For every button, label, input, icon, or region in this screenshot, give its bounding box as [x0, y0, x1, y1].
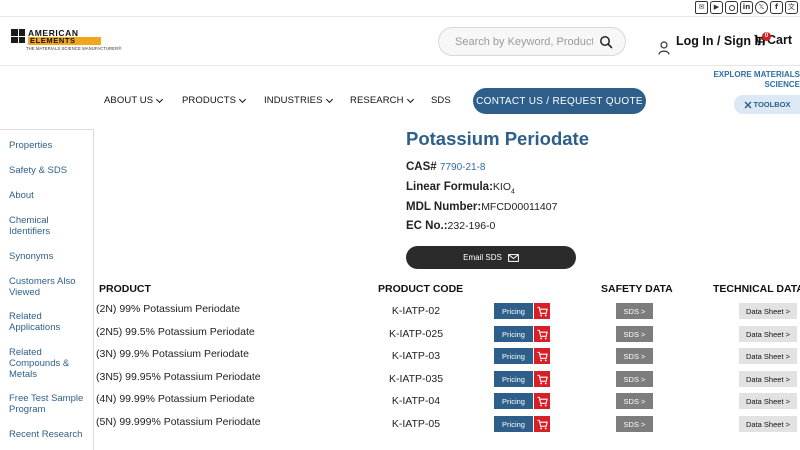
contact-request-quote-button[interactable]: CONTACT US / REQUEST QUOTE [473, 88, 646, 114]
sidebar-item-properties[interactable]: Properties [9, 140, 89, 151]
top-divider [0, 16, 800, 17]
product-name: (3N5) 99.95% Potassium Periodate [96, 371, 261, 383]
pricing-button[interactable]: Pricing [494, 326, 533, 342]
chevron-down-icon [239, 95, 247, 104]
cart-icon [536, 419, 548, 429]
tools-icon [744, 101, 752, 108]
data-sheet-button[interactable]: Data Sheet > [739, 416, 797, 432]
facebook-icon[interactable]: f [770, 1, 783, 14]
search-icon[interactable] [599, 35, 613, 49]
add-to-cart-button[interactable] [534, 416, 550, 432]
product-code: K-IATP-05 [391, 418, 441, 430]
data-sheet-button[interactable]: Data Sheet > [739, 326, 797, 342]
cart-count-badge: 0 [762, 32, 771, 41]
data-sheet-button[interactable]: Data Sheet > [739, 393, 797, 409]
mdl-number: MDL Number:MFCD00011407 [406, 201, 558, 213]
logo-word-bottom: ELEMENTS [28, 37, 101, 45]
sds-button[interactable]: SDS > [616, 303, 653, 319]
toolbox-button[interactable]: TOOLBOX [734, 95, 800, 114]
pricing-button[interactable]: Pricing [494, 371, 533, 387]
header-divider [0, 65, 800, 66]
add-to-cart-button[interactable] [534, 303, 550, 319]
sidebar-item-related-compounds[interactable]: Related Compounds & Metals [9, 347, 89, 380]
product-name: (5N) 99.999% Potassium Periodate [96, 416, 261, 428]
product-name: (2N5) 99.5% Potassium Periodate [96, 326, 255, 338]
x-twitter-icon[interactable]: 𝕏 [755, 1, 768, 14]
product-sidebar: Properties Safety & SDS About Chemical I… [0, 129, 94, 450]
pricing-button[interactable]: Pricing [494, 416, 533, 432]
translate-icon[interactable]: 文 [785, 1, 798, 14]
product-code: K-IATP-02 [391, 305, 441, 317]
search-box[interactable] [438, 27, 626, 56]
nav-research[interactable]: RESEARCH [350, 95, 414, 106]
column-header-safety-data: SAFETY DATA [601, 283, 673, 295]
email-icon[interactable]: ✉ [695, 1, 708, 14]
cart-icon [536, 329, 548, 339]
column-header-product-code: PRODUCT CODE [378, 283, 464, 295]
data-sheet-button[interactable]: Data Sheet > [739, 303, 797, 319]
add-to-cart-button[interactable] [534, 371, 550, 387]
data-sheet-button[interactable]: Data Sheet > [739, 371, 797, 387]
sidebar-item-related-applications[interactable]: Related Applications [9, 311, 89, 333]
chevron-down-icon [406, 95, 414, 104]
user-icon[interactable] [658, 41, 670, 55]
sidebar-item-chemical-identifiers[interactable]: Chemical Identifiers [9, 215, 89, 237]
search-input[interactable] [455, 35, 593, 48]
data-sheet-button[interactable]: Data Sheet > [739, 348, 797, 364]
sds-button[interactable]: SDS > [616, 371, 653, 387]
product-code: K-IATP-04 [391, 395, 441, 407]
nav-about-us[interactable]: ABOUT US [104, 95, 164, 106]
linkedin-icon[interactable]: in [740, 1, 753, 14]
login-link[interactable]: Log In / Sign In [676, 34, 766, 48]
sidebar-item-safety-sds[interactable]: Safety & SDS [9, 165, 89, 176]
logo-mark-icon [11, 29, 25, 43]
envelope-icon [507, 253, 519, 262]
column-header-technical-data: TECHNICAL DATA [713, 283, 800, 295]
cas-number: CAS# 7790-21-8 [406, 161, 486, 173]
sidebar-item-recent-research[interactable]: Recent Research [9, 429, 89, 440]
nav-industries[interactable]: INDUSTRIES [264, 95, 333, 106]
sds-button[interactable]: SDS > [616, 326, 653, 342]
product-name: (3N) 99.9% Potassium Periodate [96, 348, 249, 360]
nav-products[interactable]: PRODUCTS [182, 95, 247, 106]
cart-icon [536, 351, 548, 361]
cart-link[interactable]: Cart [754, 33, 792, 47]
sidebar-item-synonyms[interactable]: Synonyms [9, 251, 89, 262]
sidebar-item-free-test-sample[interactable]: Free Test Sample Program [9, 393, 89, 415]
sds-button[interactable]: SDS > [616, 348, 653, 364]
product-code: K-IATP-03 [391, 350, 441, 362]
linear-formula: Linear Formula:KIO4 [406, 181, 515, 196]
sidebar-item-customers-also-viewed[interactable]: Customers Also Viewed [9, 276, 89, 298]
social-bar: ✉ ▶ in 𝕏 f 文 [695, 1, 798, 14]
cart-icon [536, 306, 548, 316]
product-name: (4N) 99.99% Potassium Periodate [96, 393, 255, 405]
instagram-icon[interactable] [725, 1, 738, 14]
product-code: K-IATP-035 [388, 373, 444, 385]
product-code: K-IATP-025 [388, 328, 444, 340]
cart-icon [536, 374, 548, 384]
add-to-cart-button[interactable] [534, 326, 550, 342]
american-elements-logo[interactable]: AMERICAN ELEMENTS THE MATERIALS SCIENCE … [11, 29, 121, 53]
sds-button[interactable]: SDS > [616, 393, 653, 409]
ec-number: EC No.:232-196-0 [406, 220, 496, 232]
add-to-cart-button[interactable] [534, 348, 550, 364]
logo-tagline: THE MATERIALS SCIENCE MANUFACTURER® [26, 46, 122, 51]
product-title: Potassium Periodate [406, 128, 590, 149]
youtube-icon[interactable]: ▶ [710, 1, 723, 14]
sidebar-item-about[interactable]: About [9, 190, 89, 201]
sds-button[interactable]: SDS > [616, 416, 653, 432]
pricing-button[interactable]: Pricing [494, 393, 533, 409]
nav-sds[interactable]: SDS [431, 95, 451, 106]
explore-materials-science-link[interactable]: EXPLORE MATERIALS SCIENCE [710, 70, 800, 90]
cas-link[interactable]: 7790-21-8 [440, 162, 486, 173]
chevron-down-icon [325, 95, 333, 104]
pricing-button[interactable]: Pricing [494, 303, 533, 319]
cart-icon [536, 396, 548, 406]
column-header-product: PRODUCT [99, 283, 151, 295]
add-to-cart-button[interactable] [534, 393, 550, 409]
chevron-down-icon [156, 95, 164, 104]
product-name: (2N) 99% Potassium Periodate [96, 303, 241, 315]
pricing-button[interactable]: Pricing [494, 348, 533, 364]
email-sds-button[interactable]: Email SDS [406, 246, 576, 269]
